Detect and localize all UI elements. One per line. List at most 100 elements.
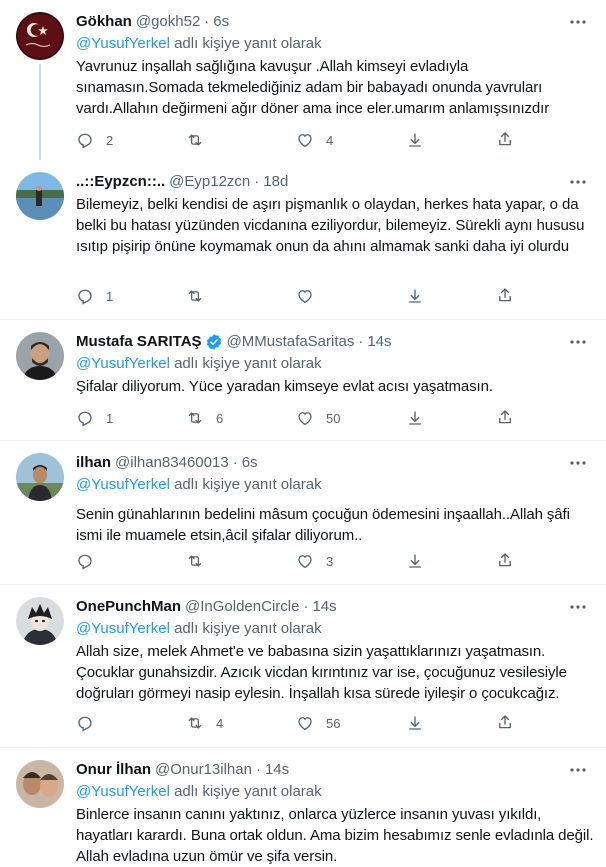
reply-context: @YusufYerkel adlı kişiye yanıt olarak — [76, 475, 594, 495]
tweet[interactable]: OnePunchMan @InGoldenCircle · 14s @Yusuf… — [0, 585, 606, 748]
reply-mention-link[interactable]: @YusufYerkel — [76, 783, 170, 800]
like-count: 56 — [326, 715, 341, 731]
tweet-actions: 1 6 50 — [76, 408, 516, 428]
share-button[interactable] — [496, 713, 516, 731]
reply-mention-link[interactable]: @YusufYerkel — [76, 35, 170, 52]
reply-prefix: adlı kişiye yanıt olarak — [174, 476, 322, 493]
reply-context: @YusufYerkel adlı kişiye yanıt olarak — [76, 782, 594, 802]
reply-mention-link[interactable]: @YusufYerkel — [76, 620, 170, 637]
more-options-icon[interactable] — [568, 762, 588, 778]
avatar[interactable] — [16, 760, 64, 808]
reply-icon — [78, 716, 92, 732]
retweet-button[interactable] — [186, 551, 296, 571]
heart-icon — [298, 290, 312, 304]
timestamp[interactable]: 14s — [265, 760, 289, 780]
share-button[interactable] — [496, 286, 516, 304]
share-icon — [499, 288, 511, 302]
download-icon — [409, 716, 421, 730]
reply-context: @YusufYerkel adlı kişiye yanıt olarak — [76, 619, 594, 639]
display-name[interactable]: ..::Eypzcn::.. — [76, 172, 165, 192]
tweet[interactable]: Mustafa SARITAŞ @MMustafaSaritas · 14s @… — [0, 320, 606, 441]
avatar[interactable] — [16, 597, 64, 645]
more-options-icon[interactable] — [568, 334, 588, 350]
reply-prefix: adlı kişiye yanıt olarak — [174, 355, 322, 372]
separator-dot: · — [358, 333, 364, 350]
display-name[interactable]: OnePunchMan — [76, 597, 181, 617]
display-name[interactable]: ilhan — [76, 453, 111, 473]
more-options-icon[interactable] — [568, 455, 588, 471]
avatar[interactable] — [16, 453, 64, 501]
heart-icon — [298, 717, 312, 731]
download-icon — [409, 289, 421, 303]
timestamp[interactable]: 6s — [242, 453, 258, 473]
tweet-text: Şifalar diliyorum. Yüce yaradan kimseye … — [76, 378, 493, 395]
timestamp[interactable]: 6s — [213, 12, 229, 32]
timestamp[interactable]: 18d — [263, 172, 288, 192]
tweet[interactable]: ilhan @ilhan83460013 · 6s @YusufYerkel a… — [0, 441, 606, 585]
retweet-button[interactable]: 4 — [186, 713, 296, 733]
display-name[interactable]: Onur İlhan — [76, 760, 151, 780]
heart-icon — [298, 555, 312, 569]
share-icon — [499, 132, 511, 146]
like-count: 4 — [326, 132, 334, 148]
separator-dot: · — [204, 13, 210, 30]
reply-button[interactable]: 1 — [76, 408, 186, 428]
retweet-icon — [188, 134, 202, 146]
reply-button[interactable] — [76, 551, 186, 571]
reply-count: 2 — [106, 132, 114, 148]
avatar[interactable] — [16, 172, 64, 220]
user-handle[interactable]: @gokh52 — [136, 12, 200, 32]
share-button[interactable] — [496, 408, 516, 426]
retweet-count: 6 — [216, 410, 224, 426]
tweet-text: Yavrunuz inşallah sağlığına kavuşur .All… — [76, 58, 550, 117]
reply-mention-link[interactable]: @YusufYerkel — [76, 476, 170, 493]
share-button[interactable] — [496, 551, 516, 569]
like-button[interactable] — [296, 286, 406, 306]
reply-count: 1 — [106, 288, 114, 304]
timestamp[interactable]: 14s — [367, 332, 391, 352]
retweet-button[interactable] — [186, 286, 296, 306]
display-name[interactable]: Gökhan — [76, 12, 132, 32]
thread-line — [39, 64, 41, 160]
reply-icon — [78, 411, 92, 427]
more-options-icon[interactable] — [568, 599, 588, 615]
avatar[interactable] — [16, 332, 64, 380]
reply-button[interactable]: 1 — [76, 286, 186, 306]
share-button[interactable] — [496, 130, 516, 148]
timestamp[interactable]: 14s — [312, 597, 336, 617]
reply-context: @YusufYerkel adlı kişiye yanıt olarak — [76, 34, 594, 54]
user-handle[interactable]: @Onur13ilhan — [155, 760, 252, 780]
retweet-icon — [188, 717, 202, 729]
retweet-button[interactable] — [186, 130, 296, 150]
reply-button[interactable] — [76, 713, 186, 733]
download-icon — [409, 411, 421, 425]
more-options-icon[interactable] — [568, 14, 588, 30]
user-handle[interactable]: @Eyp12zcn — [169, 172, 250, 192]
user-handle[interactable]: @InGoldenCircle — [185, 597, 299, 617]
tweet[interactable]: Onur İlhan @Onur13ilhan · 14s @YusufYerk… — [0, 748, 606, 865]
reply-mention-link[interactable]: @YusufYerkel — [76, 355, 170, 372]
tweet-text: Binlerce insanın canını yaktınız, onlarc… — [76, 806, 594, 865]
share-icon — [499, 410, 511, 424]
separator-dot: · — [254, 173, 260, 190]
retweet-icon — [188, 290, 202, 302]
more-options-icon[interactable] — [568, 174, 588, 190]
like-button[interactable]: 56 — [296, 713, 406, 733]
reply-count: 1 — [106, 410, 114, 426]
reply-prefix: adlı kişiye yanıt olarak — [174, 620, 322, 637]
verified-badge-icon — [206, 334, 221, 350]
like-button[interactable]: 3 — [296, 551, 406, 571]
tweet[interactable]: ..::Eypzcn::.. @Eyp12zcn · 18d Bilemeyiz… — [0, 160, 606, 320]
like-button[interactable]: 50 — [296, 408, 406, 428]
tweet-actions: 3 — [76, 551, 516, 571]
avatar[interactable] — [16, 12, 64, 60]
user-handle[interactable]: @MMustafaSaritas — [227, 332, 355, 352]
display-name[interactable]: Mustafa SARITAŞ — [76, 332, 202, 352]
retweet-button[interactable]: 6 — [186, 408, 296, 428]
reply-button[interactable]: 2 — [76, 130, 186, 150]
user-handle[interactable]: @ilhan83460013 — [115, 453, 229, 473]
like-button[interactable]: 4 — [296, 130, 406, 150]
tweet[interactable]: Gökhan @gokh52 · 6s @YusufYerkel adlı ki… — [0, 0, 606, 160]
reply-icon — [78, 289, 92, 305]
retweet-count: 4 — [216, 715, 224, 731]
